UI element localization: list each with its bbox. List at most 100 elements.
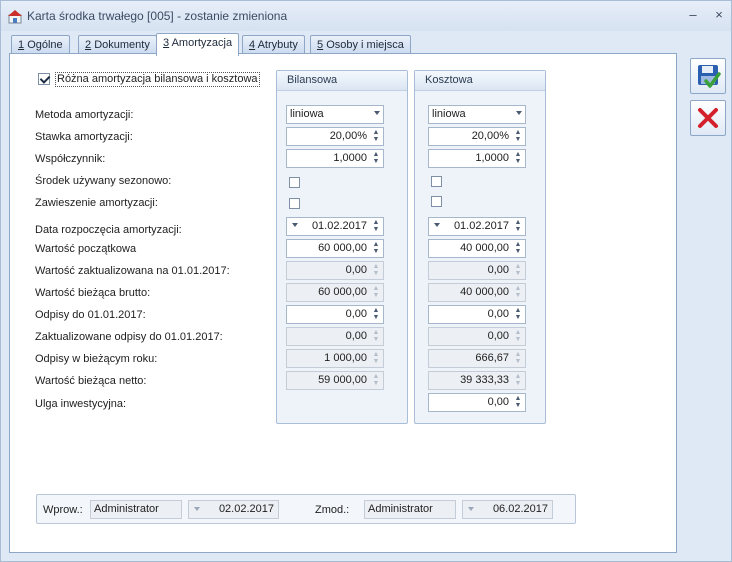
tab-ogolne[interactable]: 1 Ogólne — [11, 35, 70, 55]
spin-icon[interactable]: ▲ ▼ — [513, 241, 523, 256]
wprow-user: Administrator — [90, 500, 182, 519]
field-value: 39 333,33 — [460, 374, 509, 386]
spin-icon[interactable]: ▲ ▼ — [371, 129, 381, 144]
cancel-icon — [698, 108, 718, 128]
tab-atrybuty[interactable]: 4 Atrybuty — [242, 35, 305, 55]
tab-number: 2 — [85, 39, 92, 51]
tab-content-amortyzacja: Różna amortyzacja bilansowa i kosztowa B… — [9, 53, 677, 553]
different-amortization-checkbox[interactable] — [38, 73, 50, 85]
label-sezonowo: Środek używany sezonowo: — [35, 175, 172, 187]
spin-icon: ▲ ▼ — [514, 285, 522, 299]
spin-icon[interactable]: ▲ ▼ — [513, 151, 523, 166]
label-metoda: Metoda amortyzacji: — [35, 109, 134, 121]
save-icon — [698, 65, 721, 88]
tab-label: Amortyzacja — [171, 37, 233, 49]
label-wspolczynnik: Współczynnik: — [35, 153, 106, 165]
spin-icon[interactable]: ▲ ▼ — [371, 241, 381, 256]
kosztowa-ulga-field[interactable]: 0,00 ▲ ▼ — [428, 393, 526, 412]
bilansowa-stawka-field[interactable]: 20,00% ▲ ▼ — [286, 127, 384, 146]
bilansowa-metoda-select[interactable]: liniowa — [286, 105, 384, 124]
label-odpisy-do: Odpisy do 01.01.2017: — [35, 309, 146, 321]
bilansowa-zakt-odpisy-field: 0,00 ▲ ▼ — [286, 327, 384, 346]
zmod-date: 06.02.2017 — [492, 503, 548, 515]
tab-number: 4 — [249, 39, 256, 51]
spin-icon[interactable]: ▲ ▼ — [371, 219, 381, 234]
zmod-label: Zmod.: — [315, 504, 350, 516]
tab-label: Ogólne — [27, 39, 63, 51]
field-value: 40 000,00 — [460, 286, 509, 298]
field-value: 1,0000 — [333, 152, 367, 164]
field-value: 0,00 — [345, 264, 367, 276]
field-value: 666,67 — [475, 352, 509, 364]
minimize-button[interactable]: – — [684, 7, 702, 23]
cancel-button[interactable] — [690, 100, 726, 136]
spin-icon: ▲ ▼ — [514, 329, 522, 343]
wprow-label: Wprow.: — [43, 504, 83, 516]
tab-number: 5 — [317, 39, 324, 51]
field-value: 40 000,00 — [460, 242, 509, 254]
kosztowa-stawka-field[interactable]: 20,00% ▲ ▼ — [428, 127, 526, 146]
kosztowa-wartosc-zaktualizowana-field: 0,00 ▲ ▼ — [428, 261, 526, 280]
spin-icon: ▲ ▼ — [514, 263, 522, 277]
spin-icon[interactable]: ▲ ▼ — [513, 395, 523, 410]
tab-label: Osoby i miejsca — [326, 39, 404, 51]
label-ulga: Ulga inwestycyjna: — [35, 398, 127, 410]
spin-icon[interactable]: ▲ ▼ — [513, 129, 523, 144]
field-value: 20,00% — [471, 130, 509, 142]
field-value: 20,00% — [329, 130, 367, 142]
select-value: liniowa — [432, 108, 466, 120]
tab-number: 3 — [163, 37, 170, 49]
bilansowa-wspolczynnik-field[interactable]: 1,0000 ▲ ▼ — [286, 149, 384, 168]
bilansowa-wartosc-zaktualizowana-field: 0,00 ▲ ▼ — [286, 261, 384, 280]
label-data-rozpoczecia: Data rozpoczęcia amortyzacji: — [35, 224, 182, 236]
bilansowa-odpisy-biezacy-field: 1 000,00 ▲ ▼ — [286, 349, 384, 368]
kosztowa-header: Kosztowa — [415, 71, 545, 91]
kosztowa-metoda-select[interactable]: liniowa — [428, 105, 526, 124]
field-value: 1 000,00 — [324, 352, 367, 364]
chevron-down-icon[interactable] — [374, 111, 380, 115]
app-icon — [8, 10, 22, 24]
bilansowa-sezonowo-checkbox[interactable] — [289, 177, 300, 188]
kosztowa-wartosc-poczatkowa-field[interactable]: 40 000,00 ▲ ▼ — [428, 239, 526, 258]
spin-icon[interactable]: ▲ ▼ — [513, 307, 523, 322]
kosztowa-data-field[interactable]: 01.02.2017 ▲ ▼ — [428, 217, 526, 236]
tab-label: Dokumenty — [94, 39, 150, 51]
label-odpisy-biezacy: Odpisy w bieżącym roku: — [35, 353, 158, 365]
zmod-user: Administrator — [364, 500, 456, 519]
chevron-down-icon — [194, 507, 200, 511]
chevron-down-icon[interactable] — [516, 111, 522, 115]
spin-icon: ▲ ▼ — [514, 351, 522, 365]
spin-icon[interactable]: ▲ ▼ — [513, 219, 523, 234]
kosztowa-sezonowo-checkbox[interactable] — [431, 176, 442, 187]
tab-dokumenty[interactable]: 2 Dokumenty — [78, 35, 157, 55]
spin-icon[interactable]: ▲ ▼ — [371, 151, 381, 166]
kosztowa-odpisy-do-field[interactable]: 0,00 ▲ ▼ — [428, 305, 526, 324]
field-value: 59 000,00 — [318, 374, 367, 386]
field-value: 0,00 — [345, 308, 367, 320]
bilansowa-data-field[interactable]: 01.02.2017 ▲ ▼ — [286, 217, 384, 236]
chevron-down-icon[interactable] — [292, 223, 298, 227]
bilansowa-odpisy-do-field[interactable]: 0,00 ▲ ▼ — [286, 305, 384, 324]
field-value: 60 000,00 — [318, 242, 367, 254]
kosztowa-zawieszenie-checkbox[interactable] — [431, 196, 442, 207]
kosztowa-odpisy-biezacy-field: 666,67 ▲ ▼ — [428, 349, 526, 368]
spin-icon: ▲ ▼ — [514, 373, 522, 387]
different-amortization-label: Różna amortyzacja bilansowa i kosztowa — [55, 72, 260, 87]
save-button[interactable] — [690, 58, 726, 94]
chevron-down-icon[interactable] — [434, 223, 440, 227]
bilansowa-wartosc-poczatkowa-field[interactable]: 60 000,00 ▲ ▼ — [286, 239, 384, 258]
close-button[interactable]: × — [710, 7, 728, 23]
tab-amortyzacja[interactable]: 3 Amortyzacja — [156, 33, 240, 56]
label-zawieszenie: Zawieszenie amortyzacji: — [35, 197, 158, 209]
kosztowa-zakt-odpisy-field: 0,00 ▲ ▼ — [428, 327, 526, 346]
select-value: liniowa — [290, 108, 324, 120]
wprow-date: 02.02.2017 — [218, 503, 274, 515]
label-wartosc-biezaca-brutto: Wartość bieżąca brutto: — [35, 287, 151, 299]
kosztowa-wspolczynnik-field[interactable]: 1,0000 ▲ ▼ — [428, 149, 526, 168]
zmod-date-field: 06.02.2017 — [462, 500, 553, 519]
bilansowa-zawieszenie-checkbox[interactable] — [289, 198, 300, 209]
tab-osoby-i-miejsca[interactable]: 5 Osoby i miejsca — [310, 35, 411, 55]
spin-icon[interactable]: ▲ ▼ — [371, 307, 381, 322]
asset-card-window: Karta środka trwałego [005] - zostanie z… — [0, 0, 732, 562]
field-value: 0,00 — [487, 264, 509, 276]
